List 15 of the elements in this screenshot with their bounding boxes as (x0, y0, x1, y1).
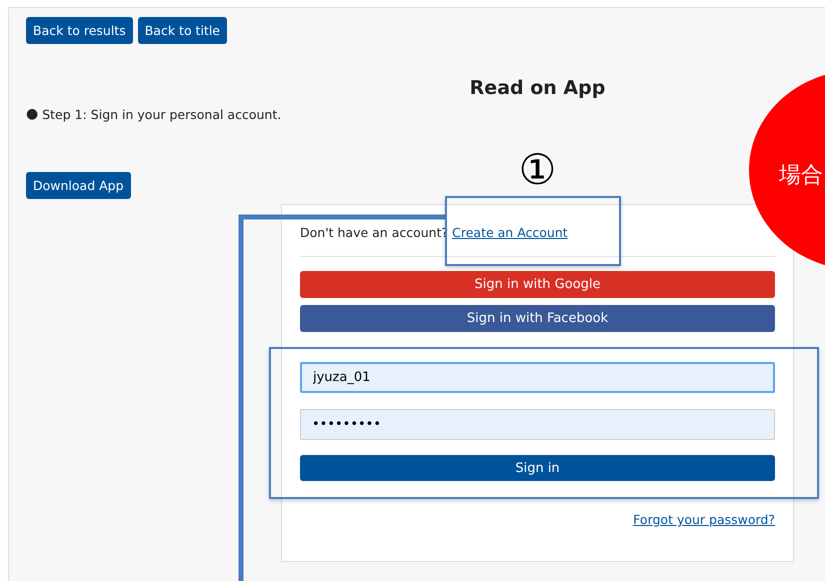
forgot-password-link[interactable]: Forgot your password? (633, 512, 775, 527)
username-field[interactable]: jyuza_01 (300, 362, 775, 393)
social-sign-in-button[interactable]: Sign in with Facebook (300, 305, 775, 332)
bullet-icon: ● (26, 106, 38, 122)
nav-button[interactable]: Back to title (138, 17, 227, 44)
annotation-number: ① (518, 148, 556, 192)
create-account-link[interactable]: Create an Account (452, 225, 568, 240)
download-app-button[interactable]: Download App (26, 172, 131, 199)
sign-in-button[interactable]: Sign in (300, 455, 775, 481)
page-title: Read on App (470, 77, 606, 99)
social-sign-in-button[interactable]: Sign in with Google (300, 271, 775, 298)
password-field[interactable]: ••••••••• (300, 409, 775, 440)
nav-button[interactable]: Back to results (26, 17, 133, 44)
step-text: Step 1: Sign in your personal account. (42, 106, 282, 122)
callout-text: 場合 (779, 162, 823, 190)
